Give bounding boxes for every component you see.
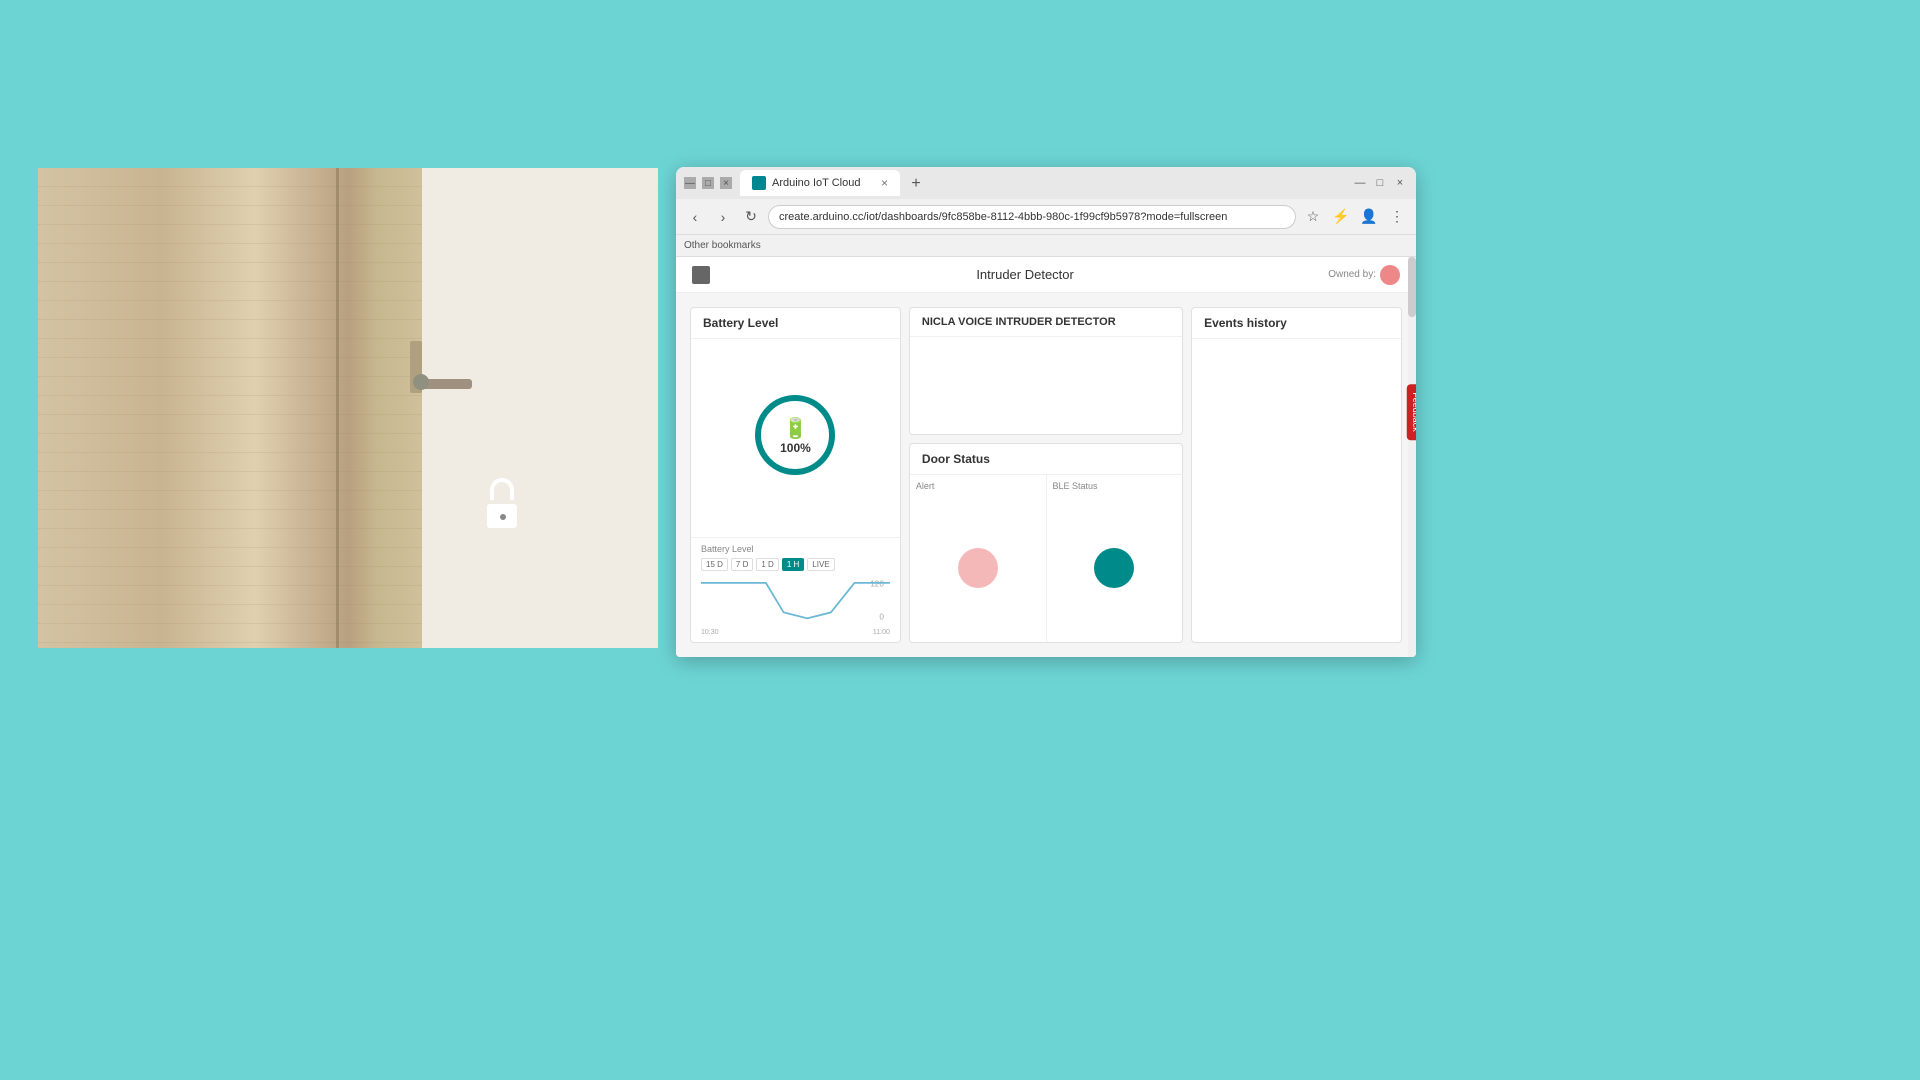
- ble-dot: [1094, 548, 1134, 588]
- window-controls[interactable]: — □ ×: [684, 177, 732, 189]
- win-minimize-icon[interactable]: —: [1352, 175, 1368, 191]
- new-tab-button[interactable]: +: [904, 172, 928, 196]
- svg-text:0: 0: [879, 612, 884, 621]
- scrollbar[interactable]: [1408, 257, 1416, 657]
- ble-sensor-panel: BLE Status: [1047, 475, 1183, 642]
- door-status-widget: Door Status Alert BLE Status: [909, 443, 1183, 643]
- url-input[interactable]: create.arduino.cc/iot/dashboards/9fc858b…: [768, 205, 1296, 229]
- battery-icon: 🔋: [783, 416, 808, 441]
- alert-label: Alert: [916, 481, 1040, 491]
- filter-1h[interactable]: 1 H: [782, 558, 804, 571]
- owned-by-section: Owned by:: [1328, 265, 1400, 285]
- battery-percentage: 100%: [780, 441, 811, 455]
- tab-bar: Arduino IoT Cloud × +: [740, 170, 1352, 196]
- bookmark-bar: Other bookmarks: [676, 235, 1416, 257]
- events-widget: Events history: [1191, 307, 1402, 643]
- browser-titlebar: — □ × Arduino IoT Cloud × + — □ ×: [676, 167, 1416, 199]
- alert-indicator: [916, 499, 1040, 636]
- profile-icon[interactable]: 👤: [1358, 206, 1380, 228]
- close-button[interactable]: ×: [720, 177, 732, 189]
- feedback-tab[interactable]: Feedback: [1407, 384, 1416, 440]
- nicla-widget-title: NICLA VOICE INTRUDER DETECTOR: [910, 308, 1182, 337]
- bookmark-label[interactable]: Other bookmarks: [684, 240, 761, 251]
- dashboard: Intruder Detector Owned by: Battery Leve…: [676, 257, 1416, 657]
- tab-label: Arduino IoT Cloud: [772, 177, 860, 189]
- back-button[interactable]: ‹: [684, 206, 706, 228]
- win-restore-icon[interactable]: □: [1372, 175, 1388, 191]
- maximize-button[interactable]: □: [702, 177, 714, 189]
- dashboard-title: Intruder Detector: [722, 267, 1328, 282]
- nicla-widget: NICLA VOICE INTRUDER DETECTOR: [909, 307, 1183, 435]
- forward-button[interactable]: ›: [712, 206, 734, 228]
- mini-chart: 120 0: [701, 577, 890, 627]
- chart-time-end: 11:00: [873, 629, 890, 636]
- battery-circle: 🔋 100%: [755, 395, 835, 475]
- user-avatar: [1380, 265, 1400, 285]
- dashboard-header: Intruder Detector Owned by:: [676, 257, 1416, 293]
- events-widget-title: Events history: [1192, 308, 1401, 339]
- dashboard-icon: [692, 266, 710, 284]
- battery-widget-title: Battery Level: [691, 308, 900, 339]
- filter-live[interactable]: LIVE: [807, 558, 834, 571]
- address-bar: ‹ › ↻ create.arduino.cc/iot/dashboards/9…: [676, 199, 1416, 235]
- battery-gauge: 🔋 100%: [691, 339, 900, 537]
- time-filters[interactable]: 15 D 7 D 1 D 1 H LIVE: [701, 558, 890, 571]
- owned-by-label: Owned by:: [1328, 269, 1376, 280]
- door-status-title: Door Status: [910, 444, 1182, 475]
- chart-title: Battery Level: [701, 544, 890, 554]
- chart-labels: 10:30 11:00: [701, 629, 890, 636]
- filter-1d[interactable]: 1 D: [756, 558, 778, 571]
- menu-icon[interactable]: ⋮: [1386, 206, 1408, 228]
- filter-15d[interactable]: 15 D: [701, 558, 728, 571]
- tab-favicon: [752, 176, 766, 190]
- alert-dot: [958, 548, 998, 588]
- battery-widget: Battery Level 🔋 100% Battery Level 15 D …: [690, 307, 901, 643]
- alert-sensor-panel: Alert: [910, 475, 1047, 642]
- scrollbar-thumb[interactable]: [1408, 257, 1416, 317]
- reload-button[interactable]: ↻: [740, 206, 762, 228]
- ble-label: BLE Status: [1053, 481, 1177, 491]
- active-tab[interactable]: Arduino IoT Cloud ×: [740, 170, 900, 196]
- svg-text:120: 120: [870, 579, 884, 588]
- door-photo: [38, 168, 658, 648]
- door-sensors: Alert BLE Status: [910, 475, 1182, 642]
- browser-window: — □ × Arduino IoT Cloud × + — □ × ‹ › ↻ …: [676, 167, 1416, 657]
- url-text: create.arduino.cc/iot/dashboards/9fc858b…: [779, 211, 1227, 223]
- chart-svg: 120 0: [701, 577, 890, 624]
- ble-indicator: [1053, 499, 1177, 636]
- bookmark-star-icon[interactable]: ☆: [1302, 206, 1324, 228]
- minimize-button[interactable]: —: [684, 177, 696, 189]
- chart-time-start: 10:30: [701, 629, 719, 636]
- battery-chart-section: Battery Level 15 D 7 D 1 D 1 H LIVE 120 …: [691, 537, 900, 642]
- extensions-icon[interactable]: ⚡: [1330, 206, 1352, 228]
- tab-close-icon[interactable]: ×: [881, 176, 888, 190]
- win-close-icon[interactable]: ×: [1392, 175, 1408, 191]
- dashboard-body: Battery Level 🔋 100% Battery Level 15 D …: [676, 293, 1416, 657]
- win-right-controls[interactable]: — □ ×: [1352, 175, 1408, 191]
- filter-7d[interactable]: 7 D: [731, 558, 753, 571]
